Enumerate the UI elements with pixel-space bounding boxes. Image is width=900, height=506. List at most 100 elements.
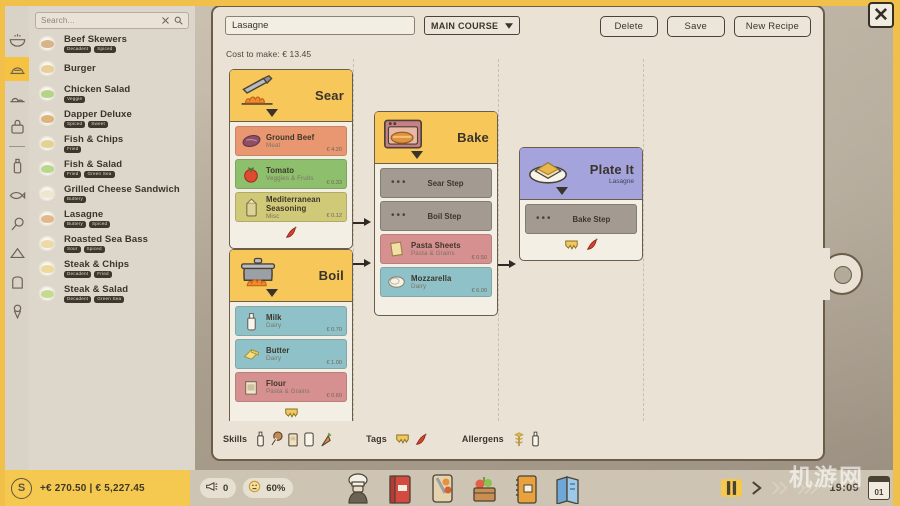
ingredient-row[interactable]: Ground Beef Meat € 4.20 [235,126,347,156]
blueprint-icon[interactable] [550,472,586,504]
search-icon[interactable] [174,16,183,25]
ingredient-row[interactable]: Pasta Sheets Pasta & Grains € 0.50 [380,234,492,264]
step-reference-name: Boil Step [427,211,462,221]
step-title: Bake [457,130,489,145]
ingredient-row[interactable]: Mediterranean Seasoning Misc € 0.12 [235,192,347,222]
step-dropdown-caret-icon[interactable] [266,109,278,117]
step-header[interactable]: Plate It Lasagne [520,148,642,200]
ingredient-name: Mozzarella [411,274,452,283]
recipe-thumbnail [37,211,57,226]
calendar-icon[interactable]: 01 [868,476,890,500]
bottom-hud: S +€ 270.50 | € 5,227.45 0 60% 19:09 01 [0,470,900,506]
step-card-bake[interactable]: Bake ••• Sear Step ••• Boil Step Pasta Sheets… [374,111,498,316]
hud-stat-chips: 0 60% [200,478,294,498]
recipe-list-item[interactable]: Lasagne Buttery Spiced [29,206,195,231]
ingredient-text: Milk Dairy [266,313,282,329]
fast-forward-2x-button[interactable] [771,481,789,495]
search-input[interactable]: Search... [35,12,189,29]
menu-book-icon[interactable] [382,472,418,504]
ingredient-category: Pasta & Grains [266,388,310,395]
clear-search-icon[interactable] [161,16,170,25]
recipe-list-item[interactable]: Beef Skewers Decadent Spiced [29,31,195,56]
soup-bowl-icon[interactable] [5,28,29,52]
ingredient-price: € 4.20 [326,147,342,153]
recipe-list-item[interactable]: Steak & Salad Decadent Green Sea [29,281,195,306]
tags-label: Tags [366,434,387,444]
bottle-icon[interactable] [5,154,29,178]
step-dropdown-caret-icon[interactable] [266,289,278,297]
dessert-icon[interactable] [5,86,29,110]
ingredient-name: Milk [266,313,282,322]
ingredient-row[interactable]: Milk Dairy € 0.70 [235,306,347,336]
ingredient-row[interactable]: Butter Dairy € 1.00 [235,339,347,369]
rail-divider [9,146,25,147]
drag-handle-dots-icon[interactable]: ••• [536,214,553,224]
bread-icon[interactable] [5,270,29,294]
recipe-tag: Green Sea [84,171,115,178]
recipe-list-item[interactable]: Dapper Deluxe Spiced Sweet [29,106,195,131]
step-subtitle: Lasagne [609,178,634,185]
recipe-thumbnail [37,111,57,126]
satisfaction-chip[interactable]: 60% [243,478,294,498]
recipe-name-input[interactable]: Lasagne [225,16,415,35]
recipe-list-item[interactable]: Grilled Cheese Sandwich Buttery [29,181,195,206]
ingredient-row[interactable]: Mozzarella Dairy € 6.00 [380,267,492,297]
ingredient-row[interactable]: Flour Pasta & Grains € 0.60 [235,372,347,402]
step-reference-row[interactable]: ••• Bake Step [525,204,637,234]
save-button[interactable]: Save [666,16,725,37]
drag-handle-dots-icon[interactable]: ••• [391,211,408,221]
recipe-tag: Buttery [64,221,86,228]
editor-toolbar: Lasagne MAIN COURSE Delete Save New Reci… [213,7,823,52]
step-card-sear[interactable]: Sear Ground Beef Meat € 4.20 Tomato Veggies &… [229,69,353,249]
recipe-meta: Chicken Salad Veggie [64,84,130,103]
notebook-icon[interactable] [508,472,544,504]
main-course-icon[interactable] [5,57,29,81]
recipe-list-item[interactable]: Roasted Sea Bass Sour Spiced [29,231,195,256]
close-icon[interactable]: ✕ [868,2,894,28]
chili-icon [414,432,428,446]
recipe-tag-list: Sour Spiced [64,246,148,253]
step-rows: Milk Dairy € 0.70 Butter Dairy € 1.00 Flour Pas… [230,302,352,402]
recipe-list-item[interactable]: Burger [29,56,195,81]
allergens-icons [512,431,541,447]
recipe-list-item[interactable]: Steak & Chips Decadent Fried [29,256,195,281]
step-card-plate[interactable]: Plate It Lasagne ••• Bake Step [519,147,643,261]
ingredient-row[interactable]: Tomato Veggies & Fruits € 0.33 [235,159,347,189]
recipe-tag-list: Buttery [64,196,180,203]
step-reference-row[interactable]: ••• Sear Step [380,168,492,198]
chili-icon [284,226,298,244]
recipe-thumbnail [37,61,57,76]
recipe-list-item[interactable]: Chicken Salad Veggie [29,81,195,106]
fish-icon[interactable] [5,183,29,207]
step-header[interactable]: Sear [230,70,352,122]
course-select[interactable]: MAIN COURSE [424,16,521,35]
new-recipe-button[interactable]: New Recipe [733,16,811,37]
play-button[interactable] [751,481,763,495]
recipe-tag-list: Decadent Green Sea [64,296,128,303]
step-dropdown-caret-icon[interactable] [556,187,568,195]
drag-handle-dots-icon[interactable]: ••• [391,178,408,188]
basket-icon[interactable] [5,115,29,139]
cutting-board-icon[interactable] [424,472,460,504]
step-card-boil[interactable]: Boil Milk Dairy € 0.70 Butter Dairy € 1.00 Flou… [229,249,353,421]
produce-crate-icon[interactable] [466,472,502,504]
chef-icon[interactable] [340,472,376,504]
step-header[interactable]: Bake [375,112,497,164]
cone-icon[interactable] [5,241,29,265]
step-dropdown-caret-icon[interactable] [411,151,423,159]
recipe-list-item[interactable]: Fish & Chips Fried [29,131,195,156]
watermark: 机游网 [789,465,864,491]
marketing-chip[interactable]: 0 [200,478,237,498]
pause-button[interactable] [721,479,743,497]
delete-button[interactable]: Delete [599,16,658,37]
recipe-name: Beef Skewers [64,34,127,46]
chicken-leg-icon[interactable] [5,212,29,236]
recipe-list[interactable]: Beef Skewers Decadent Spiced Burger Chicken … [29,31,195,306]
recipe-meta: Roasted Sea Bass Sour Spiced [64,234,148,253]
ice-cream-icon[interactable] [5,299,29,323]
step-reference-row[interactable]: ••• Boil Step [380,201,492,231]
step-header[interactable]: Boil [230,250,352,302]
hud-tool-buttons [340,472,586,504]
pasta-icon [386,238,406,260]
recipe-list-item[interactable]: Fish & Salad Fried Green Sea [29,156,195,181]
